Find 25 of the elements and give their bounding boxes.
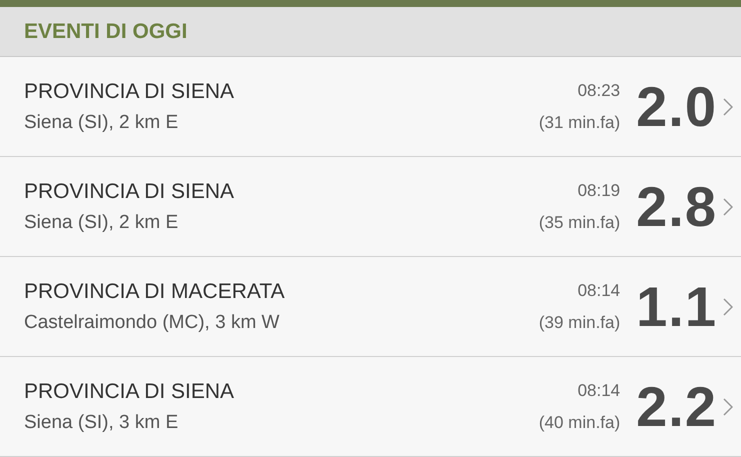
magnitude-value: 1.1 [636, 274, 717, 339]
event-location: Siena (SI), 3 km E [24, 412, 180, 434]
elapsed-time: (35 min.fa) [538, 212, 620, 232]
event-title: PROVINCIA DI MACERATA [24, 280, 286, 304]
elapsed-time: (39 min.fa) [538, 312, 620, 332]
magnitude-value: 2.0 [636, 74, 717, 139]
chevron-icon [723, 398, 733, 416]
chevron-icon [723, 198, 733, 216]
event-title: PROVINCIA DI SIENA [24, 180, 236, 204]
event-location: Castelraimondo (MC), 3 km W [24, 312, 280, 334]
event-time: 08:14 [578, 280, 620, 300]
event-title: PROVINCIA DI SIENA [24, 380, 236, 404]
magnitude-value: 2.2 [636, 374, 717, 439]
event-location: Siena (SI), 2 km E [24, 112, 180, 134]
chevron-icon [723, 298, 733, 316]
event-title: PROVINCIA DI SIENA [24, 80, 236, 104]
event-time: 08:19 [578, 180, 620, 200]
elapsed-time: (40 min.fa) [538, 412, 620, 432]
magnitude-value: 2.8 [636, 174, 717, 239]
event-location: Siena (SI), 2 km E [24, 212, 180, 234]
event-time: 08:23 [578, 80, 620, 100]
chevron-icon [723, 98, 733, 116]
elapsed-time: (31 min.fa) [538, 112, 620, 132]
section-title: EVENTI DI OGGI [23, 19, 188, 45]
event-time: 08:14 [578, 380, 620, 400]
